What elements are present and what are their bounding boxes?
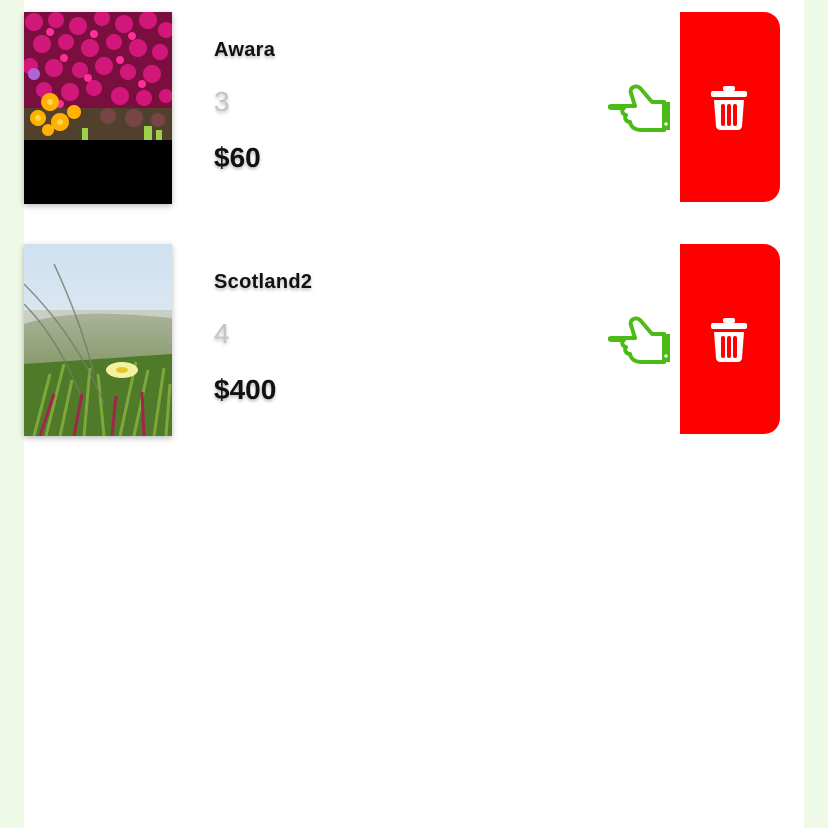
product-price: $60 [214, 142, 261, 173]
pointing-hand-icon[interactable] [608, 314, 672, 370]
product-image-flowers [24, 12, 172, 204]
cart-item: Awara 3 $60 [24, 12, 804, 204]
delete-button[interactable] [680, 12, 780, 202]
pointing-hand-icon[interactable] [608, 82, 672, 138]
trash-icon [710, 86, 748, 130]
product-quantity: 4 [214, 318, 230, 349]
trash-icon [710, 318, 748, 362]
product-quantity: 3 [214, 86, 230, 117]
product-price: $400 [214, 374, 277, 405]
product-name: Awara [214, 39, 276, 61]
cart-panel: Awara 3 $60 Scotland2 4 $400 [24, 0, 804, 828]
delete-button[interactable] [680, 244, 780, 434]
cart-item: Scotland2 4 $400 [24, 244, 804, 436]
product-name: Scotland2 [214, 271, 313, 293]
product-image-beach [24, 244, 172, 436]
